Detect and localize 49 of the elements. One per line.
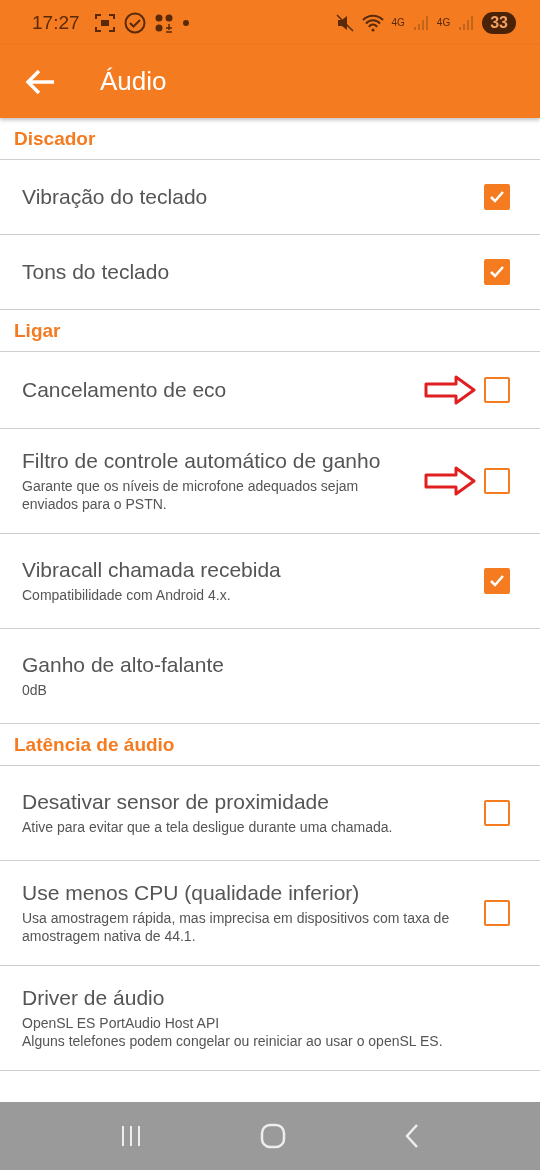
setting-title: Driver de áudio bbox=[22, 986, 166, 1010]
section-header: Ligar bbox=[0, 310, 540, 352]
signal-icon bbox=[458, 14, 475, 31]
section-header: Latência de áudio bbox=[0, 724, 540, 766]
dot-icon bbox=[181, 18, 190, 27]
checkbox[interactable] bbox=[484, 259, 510, 285]
home-icon[interactable] bbox=[260, 1123, 286, 1149]
setting-title: Vibracall chamada recebida bbox=[22, 558, 282, 582]
setting-title: Use menos CPU (qualidade inferior) bbox=[22, 881, 361, 905]
setting-row[interactable]: Vibracall chamada recebida Compatibilidade com Android 4.x. bbox=[0, 534, 540, 629]
setting-title: Ganho de alto-falante bbox=[22, 653, 225, 677]
wifi-icon bbox=[361, 13, 384, 32]
setting-title: Tons do teclado bbox=[22, 260, 171, 284]
section-header: Discador bbox=[0, 118, 540, 160]
setting-row[interactable]: Cancelamento de eco bbox=[0, 352, 540, 429]
setting-description: Garante que os níveis de microfone adequados sejam enviados para o PSTN. bbox=[22, 477, 360, 513]
mute-icon bbox=[335, 13, 354, 32]
setting-title: Filtro de controle automático de ganho bbox=[22, 449, 382, 473]
screen-title: Áudio bbox=[100, 66, 167, 97]
setting-row[interactable]: Use menos CPU (qualidade inferior) Usa amostragem rápida, mas imprecisa em dispositivos com taxa de amostragem nativa de 44.1. bbox=[0, 861, 540, 966]
setting-title: Cancelamento de eco bbox=[22, 378, 228, 402]
setting-row[interactable]: Desativar sensor de proximidade Ative para evitar que a tela desligue durante uma chamada. bbox=[0, 766, 540, 861]
setting-row[interactable]: Ganho de alto-falante 0dB bbox=[0, 629, 540, 724]
battery-level: 33 bbox=[482, 11, 516, 34]
checkbox[interactable] bbox=[484, 800, 510, 826]
setting-description: OpenSL ES PortAudio Host API Alguns telefones podem congelar ou reiniciar ao usar o openSL ES. bbox=[22, 1014, 444, 1050]
checkbox[interactable] bbox=[484, 377, 510, 403]
checkbox[interactable] bbox=[484, 468, 510, 494]
setting-row[interactable]: Driver de áudio OpenSL ES PortAudio Host API Alguns telefones podem congelar ou reiniciar ao usar o openSL ES. bbox=[0, 966, 540, 1071]
network-type: 4G bbox=[436, 17, 451, 28]
setting-description: 0dB bbox=[22, 681, 48, 699]
screenshot-icon bbox=[93, 12, 116, 33]
signal-icon bbox=[412, 14, 429, 31]
setting-title: Vibração do teclado bbox=[22, 185, 209, 209]
setting-row[interactable]: Filtro de controle automático de ganho Garante que os níveis de microfone adequados sejam enviados para o PSTN. bbox=[0, 429, 540, 534]
setting-title: Desativar sensor de proximidade bbox=[22, 790, 330, 814]
setting-description: Usa amostragem rápida, mas imprecisa em dispositivos com taxa de amostragem nativa de 44.1. bbox=[22, 909, 451, 945]
check-circle-icon bbox=[123, 11, 146, 34]
checkbox[interactable] bbox=[484, 568, 510, 594]
setting-description: Ative para evitar que a tela desligue durante uma chamada. bbox=[22, 818, 394, 836]
apps-icon bbox=[153, 12, 174, 33]
setting-description: Compatibilidade com Android 4.x. bbox=[22, 586, 232, 604]
checkbox[interactable] bbox=[484, 184, 510, 210]
back-arrow-icon[interactable] bbox=[24, 67, 56, 96]
checkbox[interactable] bbox=[484, 900, 510, 926]
setting-row[interactable]: Vibração do teclado bbox=[0, 160, 540, 235]
clock: 17:27 bbox=[32, 11, 80, 34]
network-type: 4G bbox=[391, 17, 405, 28]
setting-row[interactable]: Tons do teclado bbox=[0, 235, 540, 310]
